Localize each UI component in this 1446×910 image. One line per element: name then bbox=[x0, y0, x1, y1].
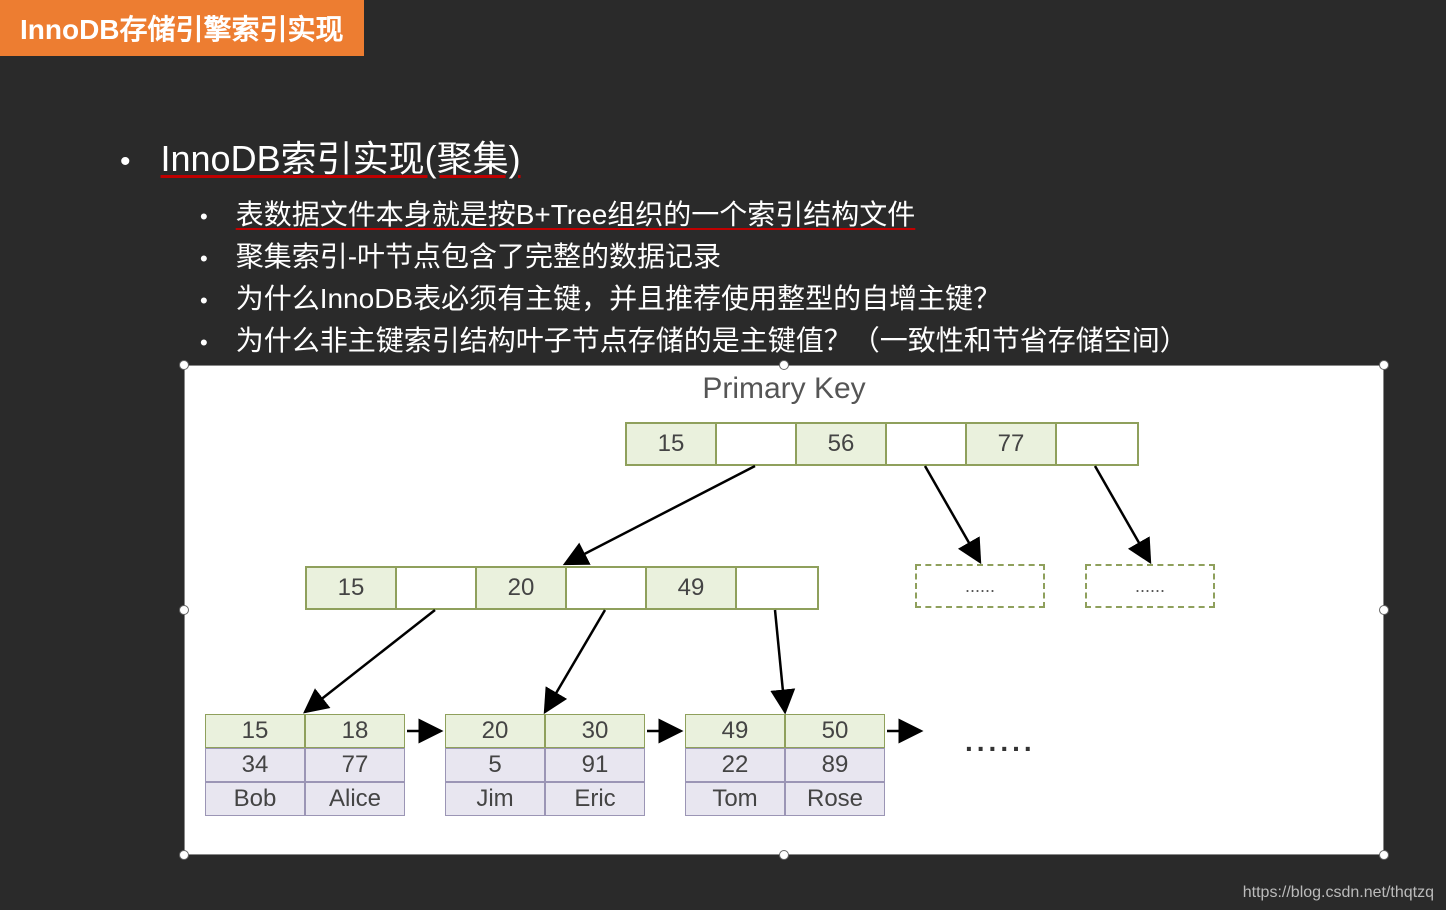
selection-handle-icon[interactable] bbox=[1379, 605, 1389, 615]
selection-handle-icon[interactable] bbox=[779, 850, 789, 860]
sub-bullet: • 为什么InnoDB表必须有主键，并且推荐使用整型的自增主键？ bbox=[200, 278, 1446, 320]
node-key: 49 bbox=[647, 568, 737, 608]
leaf-node: 20 30 5 91 Jim Eric bbox=[445, 714, 645, 816]
root-ptr bbox=[887, 424, 967, 464]
sub-bullet-text: 聚集索引-叶节点包含了完整的数据记录 bbox=[236, 236, 721, 278]
leaf-data: Tom bbox=[685, 782, 785, 816]
bullet-dot-icon: • bbox=[120, 145, 131, 179]
slide-content: • InnoDB索引实现(聚集) • 表数据文件本身就是按B+Tree组织的一个… bbox=[120, 130, 1446, 362]
leaf-data: Bob bbox=[205, 782, 305, 816]
selection-handle-icon[interactable] bbox=[179, 360, 189, 370]
node-ptr bbox=[397, 568, 477, 608]
placeholder-node: ...... bbox=[1085, 564, 1215, 608]
leaf-data: 34 bbox=[205, 748, 305, 782]
leaf-data: Alice bbox=[305, 782, 405, 816]
internal-node: 15 20 49 bbox=[305, 566, 819, 610]
node-ptr bbox=[737, 568, 817, 608]
leaf-data: Jim bbox=[445, 782, 545, 816]
selection-handle-icon[interactable] bbox=[179, 850, 189, 860]
leaf-key: 30 bbox=[545, 714, 645, 748]
leaf-data: 5 bbox=[445, 748, 545, 782]
bullet-dot-icon: • bbox=[200, 326, 208, 359]
root-ptr bbox=[717, 424, 797, 464]
selection-handle-icon[interactable] bbox=[1379, 850, 1389, 860]
bullet-dot-icon: • bbox=[200, 284, 208, 317]
sub-bullet: • 为什么非主键索引结构叶子节点存储的是主键值？（一致性和节省存储空间） bbox=[200, 320, 1446, 362]
sub-bullet-text: 为什么InnoDB表必须有主键，并且推荐使用整型的自增主键？ bbox=[236, 278, 1001, 320]
diagram-title: Primary Key bbox=[185, 372, 1383, 406]
leaf-data: 91 bbox=[545, 748, 645, 782]
leaf-key: 20 bbox=[445, 714, 545, 748]
node-ptr bbox=[567, 568, 647, 608]
leaf-node: 49 50 22 89 Tom Rose bbox=[685, 714, 885, 816]
watermark: https://blog.csdn.net/thqtzq bbox=[1243, 884, 1434, 902]
leaf-key: 18 bbox=[305, 714, 405, 748]
sub-bullet-text: 为什么非主键索引结构叶子节点存储的是主键值？（一致性和节省存储空间） bbox=[236, 320, 1188, 362]
main-bullet: • InnoDB索引实现(聚集) bbox=[120, 130, 1446, 182]
placeholder-node: ...... bbox=[915, 564, 1045, 608]
sub-bullet-text: 表数据文件本身就是按B+Tree组织的一个索引结构文件 bbox=[236, 194, 916, 236]
root-key: 77 bbox=[967, 424, 1057, 464]
sub-bullet: • 表数据文件本身就是按B+Tree组织的一个索引结构文件 bbox=[200, 194, 1446, 236]
leaf-data: Rose bbox=[785, 782, 885, 816]
selection-handle-icon[interactable] bbox=[779, 360, 789, 370]
root-key: 56 bbox=[797, 424, 887, 464]
bullet-dot-icon: • bbox=[200, 242, 208, 275]
btree-diagram[interactable]: Primary Key 15 56 77 15 20 49 ...... ...… bbox=[184, 365, 1384, 855]
node-key: 20 bbox=[477, 568, 567, 608]
leaf-key: 49 bbox=[685, 714, 785, 748]
selection-handle-icon[interactable] bbox=[179, 605, 189, 615]
leaf-data: 22 bbox=[685, 748, 785, 782]
leaf-data: 89 bbox=[785, 748, 885, 782]
node-key: 15 bbox=[307, 568, 397, 608]
slide-header: InnoDB存储引擎索引实现 bbox=[0, 0, 364, 56]
root-ptr bbox=[1057, 424, 1137, 464]
sub-bullet: • 聚集索引-叶节点包含了完整的数据记录 bbox=[200, 236, 1446, 278]
ellipsis-icon: ...... bbox=[965, 726, 1036, 758]
leaf-key: 50 bbox=[785, 714, 885, 748]
main-bullet-text: InnoDB索引实现(聚集) bbox=[161, 130, 521, 182]
leaf-node: 15 18 34 77 Bob Alice bbox=[205, 714, 405, 816]
leaf-data: Eric bbox=[545, 782, 645, 816]
bullet-dot-icon: • bbox=[200, 200, 208, 233]
leaf-key: 15 bbox=[205, 714, 305, 748]
root-node: 15 56 77 bbox=[625, 422, 1139, 466]
leaf-data: 77 bbox=[305, 748, 405, 782]
selection-handle-icon[interactable] bbox=[1379, 360, 1389, 370]
root-key: 15 bbox=[627, 424, 717, 464]
